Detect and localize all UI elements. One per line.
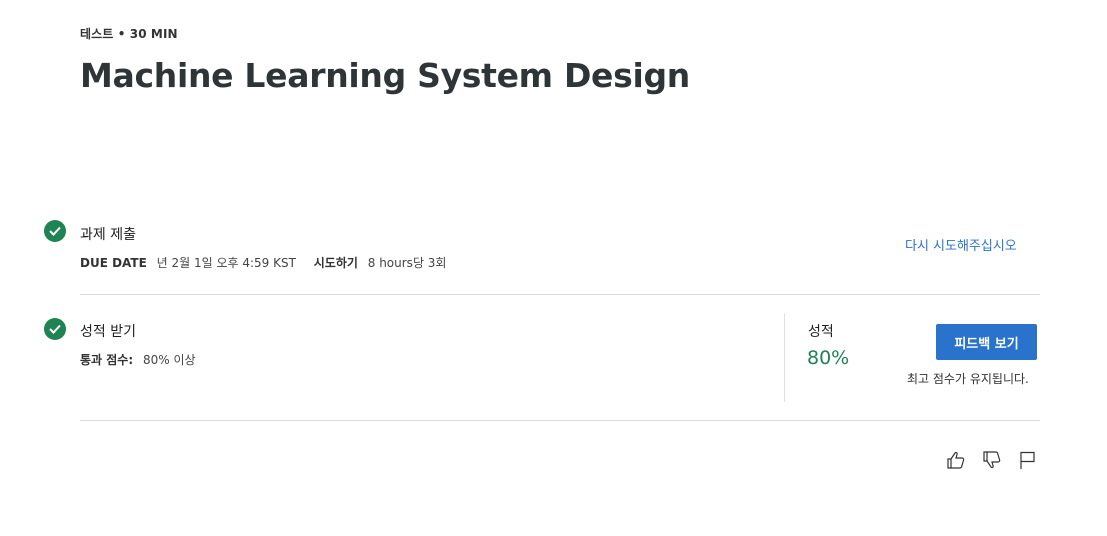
retry-link[interactable]: 다시 시도해주십시오 <box>905 235 1017 254</box>
item-meta: 테스트 • 30 MIN <box>80 27 178 41</box>
pass-score-label: 통과 점수: <box>80 353 134 367</box>
keep-highest-note: 최고 점수가 유지됩니다. <box>907 372 1029 386</box>
attempts-label: 시도하기 <box>313 256 358 270</box>
grade-divider <box>784 313 785 402</box>
check-circle-icon <box>44 220 66 242</box>
submit-step-title: 과제 제출 <box>80 227 136 243</box>
section-divider <box>80 294 1040 295</box>
pass-score-value: 80% 이상 <box>142 353 196 367</box>
check-circle-icon <box>44 318 66 340</box>
pass-score-row: 통과 점수: 80% 이상 <box>80 351 196 368</box>
due-date-value: 년 2월 1일 오후 4:59 KST <box>156 256 296 270</box>
thumbs-down-icon[interactable] <box>980 448 1004 472</box>
grade-value: 80% <box>807 347 850 369</box>
grade-step-title: 성적 받기 <box>80 324 136 340</box>
grade-label: 성적 <box>808 324 834 340</box>
section-divider <box>80 420 1040 421</box>
flag-icon[interactable] <box>1015 448 1039 472</box>
thumbs-up-icon[interactable] <box>944 448 968 472</box>
attempts-value: 8 hours당 3회 <box>367 256 447 270</box>
due-date-label: DUE DATE <box>80 256 147 270</box>
page-title: Machine Learning System Design <box>80 56 690 95</box>
view-feedback-button[interactable]: 피드백 보기 <box>936 324 1037 360</box>
due-date-row: DUE DATE 년 2월 1일 오후 4:59 KST 시도하기 8 hour… <box>80 254 446 271</box>
